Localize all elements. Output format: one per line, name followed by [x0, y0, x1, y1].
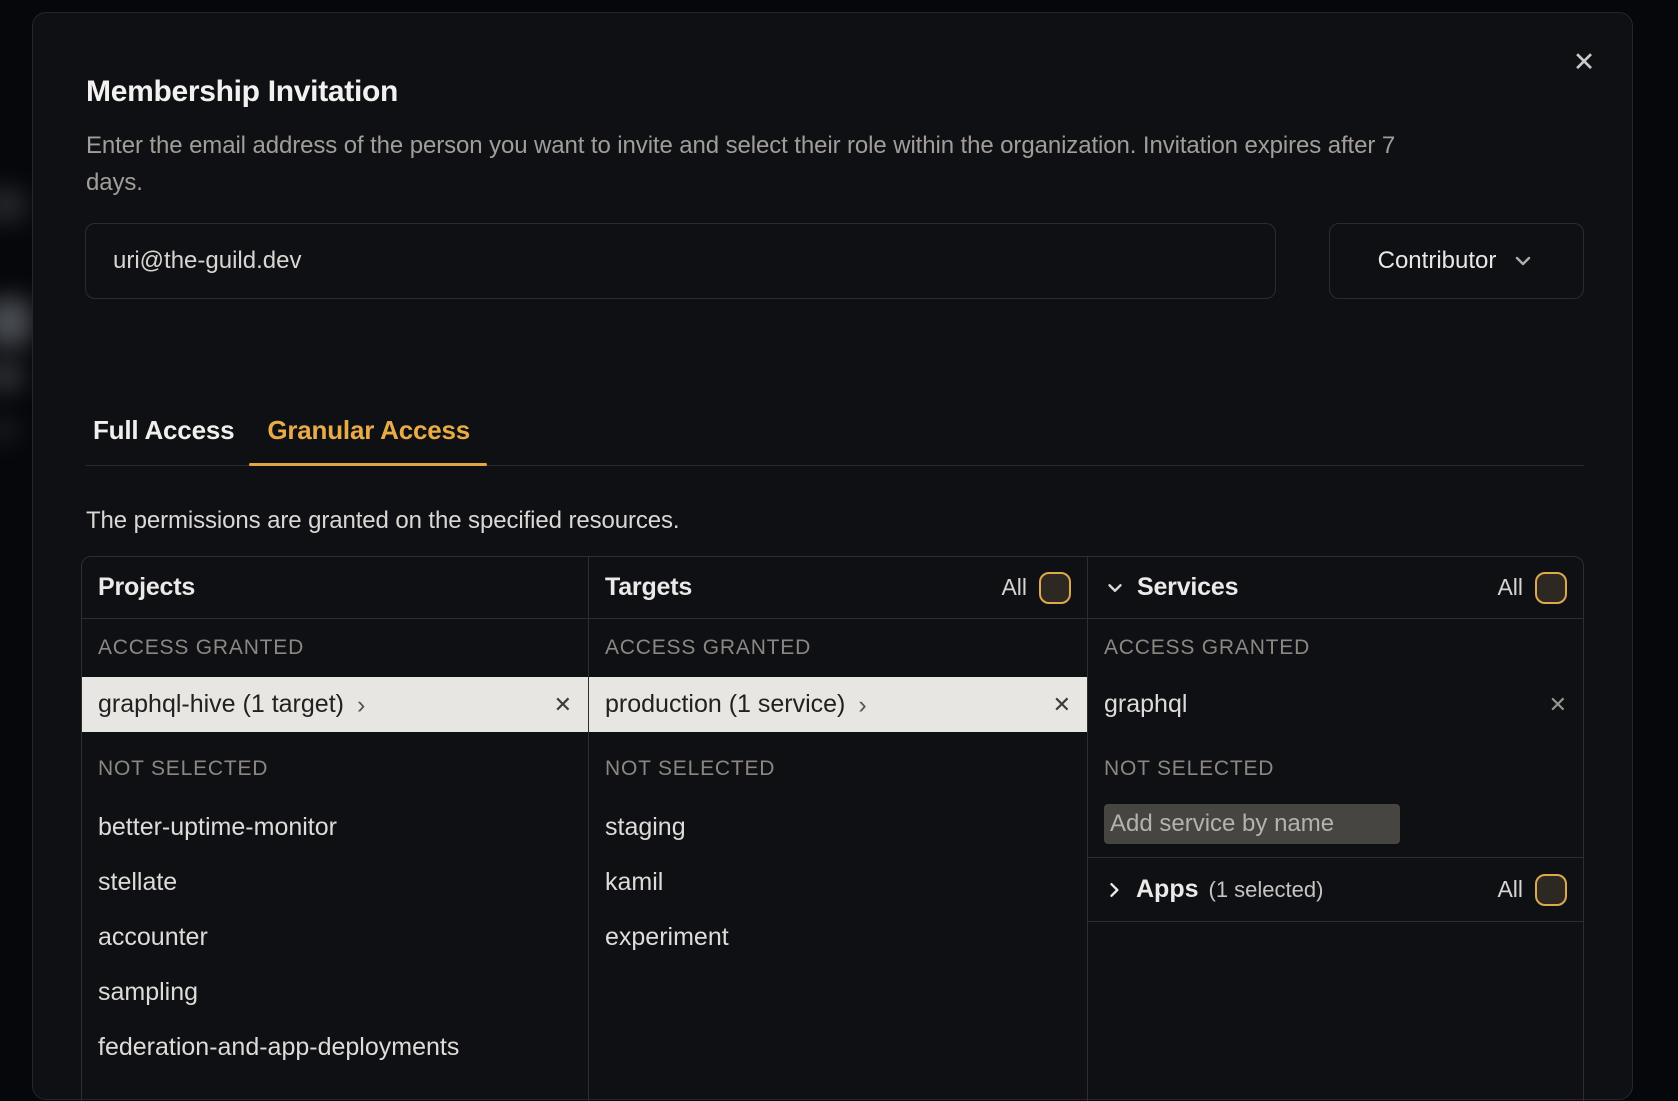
- active-tab-underline: [249, 463, 487, 466]
- targets-column-header: Targets All: [589, 557, 1087, 619]
- targets-all-checkbox[interactable]: [1039, 572, 1071, 604]
- targets-not-selected-label: NOT SELECTED: [589, 732, 1087, 800]
- target-item[interactable]: kamil: [589, 855, 1087, 910]
- modal-title: Membership Invitation: [86, 75, 398, 109]
- apps-selected-count: (1 selected): [1209, 877, 1324, 903]
- modal-description-line2: days.: [86, 164, 1395, 201]
- services-all-checkbox[interactable]: [1535, 572, 1567, 604]
- chevron-right-icon: [1104, 880, 1124, 900]
- targets-access-granted-label: ACCESS GRANTED: [589, 619, 1087, 677]
- access-tabs: Full Access Granular Access: [93, 415, 470, 446]
- remove-service-icon[interactable]: ✕: [1549, 694, 1567, 716]
- target-item[interactable]: experiment: [589, 910, 1087, 965]
- target-selected-label: production (1 service): [605, 690, 845, 719]
- project-item[interactable]: stellate: [82, 855, 588, 910]
- apps-title: Apps: [1136, 875, 1199, 904]
- project-selected-label: graphql-hive (1 target): [98, 690, 344, 719]
- apps-section-row[interactable]: Apps (1 selected) All: [1088, 858, 1583, 922]
- targets-column: Targets All ACCESS GRANTED production (1…: [588, 557, 1087, 1101]
- projects-column: Projects ACCESS GRANTED graphql-hive (1 …: [82, 557, 588, 1101]
- services-column-header[interactable]: Services All: [1088, 557, 1583, 619]
- invite-email-input[interactable]: [85, 223, 1276, 299]
- apps-all-checkbox[interactable]: [1535, 874, 1567, 906]
- projects-column-header: Projects: [82, 557, 588, 619]
- target-item[interactable]: staging: [589, 800, 1087, 855]
- add-service-input[interactable]: [1104, 804, 1400, 844]
- project-item[interactable]: better-uptime-monitor: [82, 800, 588, 855]
- services-not-selected-label: NOT SELECTED: [1088, 732, 1583, 800]
- targets-all-label: All: [1001, 574, 1027, 601]
- chevron-right-icon: ›: [858, 691, 866, 718]
- services-access-granted-label: ACCESS GRANTED: [1088, 619, 1583, 677]
- membership-invitation-modal: ✕ Membership Invitation Enter the email …: [32, 12, 1633, 1100]
- background-blur-artifact: [0, 418, 20, 442]
- project-item[interactable]: sampling: [82, 965, 588, 1020]
- project-item[interactable]: accounter: [82, 910, 588, 965]
- tab-granular-access[interactable]: Granular Access: [267, 415, 470, 446]
- background-blur-artifact: [0, 298, 32, 346]
- target-row-selected[interactable]: production (1 service) › ✕: [589, 677, 1087, 732]
- modal-description-line1: Enter the email address of the person yo…: [86, 127, 1395, 164]
- services-all-label: All: [1497, 574, 1523, 601]
- tab-full-access[interactable]: Full Access: [93, 415, 234, 446]
- background-blur-artifact: [0, 188, 26, 222]
- remove-target-icon[interactable]: ✕: [1053, 694, 1071, 716]
- apps-all-label: All: [1497, 876, 1523, 903]
- role-select-value: Contributor: [1378, 247, 1497, 275]
- permissions-info-text: The permissions are granted on the speci…: [86, 507, 679, 535]
- remove-project-icon[interactable]: ✕: [554, 694, 572, 716]
- projects-not-selected-label: NOT SELECTED: [82, 732, 588, 800]
- service-granted-label: graphql: [1104, 690, 1187, 719]
- services-column: Services All ACCESS GRANTED graphql ✕ NO…: [1087, 557, 1583, 1101]
- services-column-title: Services: [1137, 573, 1238, 602]
- services-section: ACCESS GRANTED graphql ✕ NOT SELECTED: [1088, 619, 1583, 858]
- service-row-granted[interactable]: graphql ✕: [1088, 677, 1583, 732]
- chevron-down-icon: [1104, 577, 1126, 599]
- modal-description: Enter the email address of the person yo…: [86, 127, 1395, 201]
- project-row-selected[interactable]: graphql-hive (1 target) › ✕: [82, 677, 588, 732]
- resources-permission-table: Projects ACCESS GRANTED graphql-hive (1 …: [81, 556, 1584, 1101]
- close-icon[interactable]: ✕: [1568, 46, 1600, 78]
- projects-column-title: Projects: [98, 573, 195, 602]
- role-select[interactable]: Contributor: [1329, 223, 1584, 299]
- targets-column-title: Targets: [605, 573, 692, 602]
- chevron-right-icon: ›: [357, 691, 365, 718]
- chevron-down-icon: [1511, 249, 1535, 273]
- background-blur-artifact: [0, 360, 24, 392]
- projects-access-granted-label: ACCESS GRANTED: [82, 619, 588, 677]
- project-item[interactable]: federation-and-app-deployments: [82, 1020, 588, 1075]
